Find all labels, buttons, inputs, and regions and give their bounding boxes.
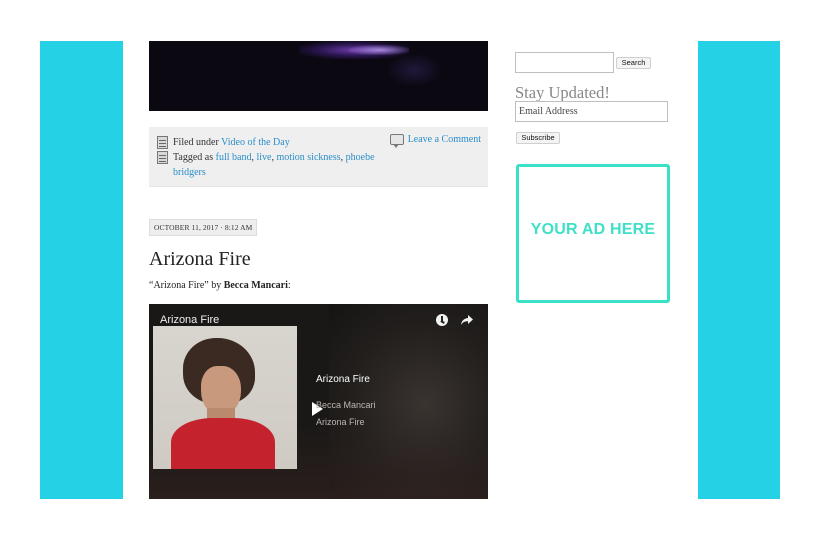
stay-updated-heading: Stay Updated! [515,83,610,102]
ad-text: YOUR AD HERE [530,221,656,238]
document-icon [157,136,168,149]
post-intro-suffix: : [287,280,291,291]
category-link[interactable]: Video of the Day [221,137,290,148]
tag-document-icon [157,151,168,164]
search-input[interactable] [515,52,614,73]
post-intro: “Arizona Fire” by Becca Mancari: [149,280,291,291]
tag-link-motion-sickness[interactable]: motion sickness [276,152,340,163]
post-title[interactable]: Arizona Fire [149,248,251,271]
album-thumbnail [153,326,297,469]
outer-frame: Filed under Video of the Day Leave a Com… [40,41,780,499]
stage-light-highlight [349,45,409,55]
page-content: Filed under Video of the Day Leave a Com… [123,41,698,499]
tagged-as-row: Tagged as full band, live, motion sickne… [157,150,387,180]
comment-bubble-icon [389,134,404,148]
tagged-as-label: Tagged as [173,152,214,163]
post-intro-artist: Becca Mancari [223,280,288,291]
video-embed-player[interactable]: Arizona Fire Arizona Fire Becca Mancari … [149,304,488,499]
filed-under-label: Filed under [173,137,219,148]
tag-link-full-band[interactable]: full band [216,152,252,163]
track-title: Arizona Fire [316,374,370,385]
post-intro-quote: “Arizona Fire” by [149,280,222,291]
post-date-badge: OCTOBER 11, 2017 · 8:12 AM [149,219,258,236]
ad-placeholder[interactable]: YOUR AD HERE [516,164,670,303]
leave-comment-link[interactable]: Leave a Comment [389,134,481,148]
post-meta-box: Filed under Video of the Day Leave a Com… [149,127,488,187]
subscribe-button[interactable]: Subscribe [516,132,560,144]
watch-later-icon[interactable] [436,314,448,326]
leave-comment-label[interactable]: Leave a Comment [408,134,481,145]
stage-shadow [389,55,439,85]
track-album: Arizona Fire [316,417,365,427]
share-icon[interactable] [460,314,474,326]
filed-under-row: Filed under Video of the Day [157,135,290,150]
embed-title[interactable]: Arizona Fire [160,314,219,326]
track-artist: Becca Mancari [316,400,376,410]
previous-video-embed[interactable] [149,41,488,111]
tag-link-live[interactable]: live [256,152,271,163]
search-button[interactable]: Search [616,57,651,69]
email-field[interactable] [515,101,668,122]
